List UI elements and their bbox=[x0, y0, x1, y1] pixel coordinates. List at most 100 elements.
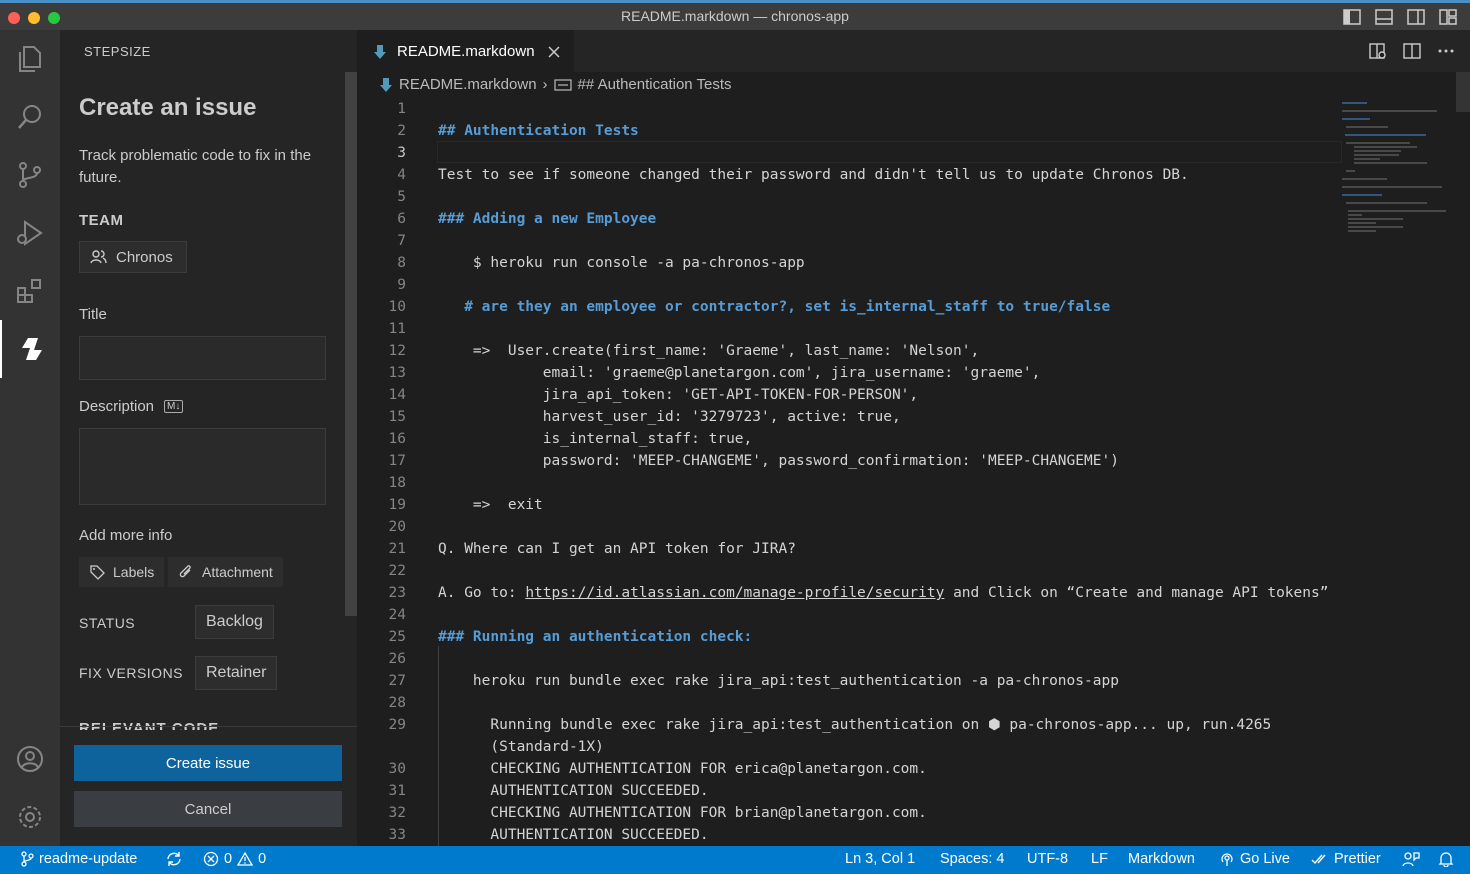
stepsize-activity[interactable] bbox=[0, 320, 60, 378]
line-number: 25 bbox=[388, 629, 406, 645]
cursor-position[interactable]: Ln 3, Col 1 bbox=[845, 851, 915, 867]
code-line[interactable]: 7 bbox=[357, 230, 1342, 252]
code-line[interactable]: 14 jira_api_token: 'GET-API-TOKEN-FOR-PE… bbox=[357, 384, 1342, 406]
close-icon[interactable] bbox=[547, 45, 561, 59]
cancel-button[interactable]: Cancel bbox=[74, 791, 342, 827]
code-line[interactable]: 22 bbox=[357, 560, 1342, 582]
accounts-activity[interactable] bbox=[0, 730, 60, 788]
breadcrumb-symbol[interactable]: ## Authentication Tests bbox=[578, 76, 732, 93]
minimap-line bbox=[1342, 186, 1442, 188]
run-debug-activity[interactable] bbox=[0, 204, 60, 262]
markdown-file-icon bbox=[380, 77, 392, 92]
problems-status[interactable]: 0 0 bbox=[203, 851, 266, 867]
breadcrumb: README.markdown › ## Authentication Test… bbox=[379, 76, 732, 93]
line-content: => User.create(first_name: 'Graeme', las… bbox=[438, 343, 980, 359]
code-line[interactable]: 25 ### Running an authentication check: bbox=[357, 626, 1342, 648]
code-line[interactable]: 20 bbox=[357, 516, 1342, 538]
code-line[interactable]: 24 bbox=[357, 604, 1342, 626]
sync-button[interactable] bbox=[165, 851, 183, 867]
code-line[interactable]: 30 CHECKING AUTHENTICATION FOR erica@pla… bbox=[357, 758, 1342, 780]
code-line[interactable]: 28 bbox=[357, 692, 1342, 714]
code-line[interactable]: 8 $ heroku run console -a pa-chronos-app bbox=[357, 252, 1342, 274]
open-preview-icon[interactable] bbox=[1368, 42, 1388, 60]
manage-activity[interactable] bbox=[0, 788, 60, 846]
breadcrumb-file[interactable]: README.markdown bbox=[399, 76, 537, 93]
code-line[interactable]: 2 ## Authentication Tests bbox=[357, 120, 1342, 142]
code-line[interactable]: 17 password: 'MEEP-CHANGEME', password_c… bbox=[357, 450, 1342, 472]
extensions-activity[interactable] bbox=[0, 262, 60, 320]
line-content: harvest_user_id: '3279723', active: true… bbox=[438, 409, 901, 425]
editor-scrollbar[interactable] bbox=[1456, 72, 1470, 112]
fix-versions-selector[interactable]: Retainer bbox=[195, 656, 278, 690]
toggle-sidebar-icon[interactable] bbox=[1342, 8, 1362, 26]
minimap-line bbox=[1348, 218, 1403, 220]
code-line[interactable]: 18 bbox=[357, 472, 1342, 494]
feedback-button[interactable] bbox=[1402, 851, 1420, 867]
minimap[interactable] bbox=[1342, 98, 1452, 298]
line-number: 20 bbox=[388, 519, 406, 535]
source-control-activity[interactable] bbox=[0, 146, 60, 204]
feedback-person-icon bbox=[1402, 852, 1420, 867]
code-line[interactable]: 31 AUTHENTICATION SUCCEEDED. bbox=[357, 780, 1342, 802]
indentation-status[interactable]: Spaces: 4 bbox=[940, 851, 1005, 867]
stepsize-sidebar: STEPSIZE Create an issue Track problemat… bbox=[60, 30, 357, 846]
toggle-secondary-sidebar-icon[interactable] bbox=[1406, 8, 1426, 26]
code-line[interactable]: 3 bbox=[357, 142, 1342, 164]
tag-icon bbox=[90, 565, 105, 580]
code-line[interactable]: (Standard-1X) bbox=[357, 736, 1342, 758]
title-input[interactable] bbox=[79, 336, 326, 380]
description-textarea[interactable] bbox=[79, 428, 326, 505]
team-value: Chronos bbox=[116, 248, 173, 266]
split-editor-icon[interactable] bbox=[1402, 42, 1422, 60]
go-live-button[interactable]: Go Live bbox=[1219, 851, 1290, 867]
code-line[interactable]: 16 is_internal_staff: true, bbox=[357, 428, 1342, 450]
code-line[interactable]: 26 bbox=[357, 648, 1342, 670]
notifications-button[interactable] bbox=[1438, 851, 1454, 867]
code-line[interactable]: 19 => exit bbox=[357, 494, 1342, 516]
minimap-line bbox=[1348, 226, 1403, 228]
code-line[interactable]: 1 bbox=[357, 98, 1342, 120]
branch-status[interactable]: readme-update bbox=[20, 851, 137, 867]
code-line[interactable]: 5 bbox=[357, 186, 1342, 208]
code-line[interactable]: 12 => User.create(first_name: 'Graeme', … bbox=[357, 340, 1342, 362]
minimap-line bbox=[1342, 110, 1437, 112]
encoding-status[interactable]: UTF-8 bbox=[1027, 851, 1068, 867]
code-line[interactable]: 33 AUTHENTICATION SUCCEEDED. bbox=[357, 824, 1342, 846]
line-number: 12 bbox=[388, 343, 406, 359]
code-line[interactable]: 32 CHECKING AUTHENTICATION FOR brian@pla… bbox=[357, 802, 1342, 824]
code-line[interactable]: 23 A. Go to: https://id.atlassian.com/man… bbox=[357, 582, 1342, 604]
code-line[interactable]: 6 ### Adding a new Employee bbox=[357, 208, 1342, 230]
line-number: 4 bbox=[397, 167, 406, 183]
code-line[interactable]: 27 heroku run bundle exec rake jira_api:… bbox=[357, 670, 1342, 692]
code-line[interactable]: 21 Q. Where can I get an API token for JI… bbox=[357, 538, 1342, 560]
line-content: CHECKING AUTHENTICATION FOR erica@planet… bbox=[438, 761, 927, 777]
explorer-activity[interactable] bbox=[0, 30, 60, 88]
code-line[interactable]: 10 # are they an employee or contractor?… bbox=[357, 296, 1342, 318]
code-line[interactable]: 13 email: 'graeme@planetargon.com', jira… bbox=[357, 362, 1342, 384]
attachment-button[interactable]: Attachment bbox=[168, 557, 283, 587]
toggle-panel-icon[interactable] bbox=[1374, 8, 1394, 26]
eol-status[interactable]: LF bbox=[1091, 851, 1108, 867]
customize-layout-icon[interactable] bbox=[1438, 8, 1458, 26]
code-line[interactable]: 4 Test to see if someone changed their pa… bbox=[357, 164, 1342, 186]
minimap-line bbox=[1348, 230, 1376, 232]
labels-button[interactable]: Labels bbox=[79, 557, 165, 587]
create-issue-button[interactable]: Create issue bbox=[74, 745, 342, 781]
search-activity[interactable] bbox=[0, 88, 60, 146]
code-line[interactable]: 15 harvest_user_id: '3279723', active: t… bbox=[357, 406, 1342, 428]
tab-readme[interactable]: README.markdown bbox=[357, 30, 574, 72]
prettier-status[interactable]: Prettier bbox=[1311, 851, 1381, 867]
language-mode[interactable]: Markdown bbox=[1128, 851, 1195, 867]
bell-icon bbox=[1438, 852, 1454, 867]
code-line[interactable]: 9 bbox=[357, 274, 1342, 296]
team-selector[interactable]: Chronos bbox=[79, 241, 187, 273]
line-content: CHECKING AUTHENTICATION FOR brian@planet… bbox=[438, 805, 927, 821]
url-link[interactable]: https://id.atlassian.com/manage-profile/… bbox=[525, 585, 944, 601]
more-actions-icon[interactable] bbox=[1436, 42, 1456, 60]
code-line[interactable]: 29 Running bundle exec rake jira_api:tes… bbox=[357, 714, 1342, 736]
sidebar-scrollbar[interactable] bbox=[345, 72, 357, 616]
line-text: and Click on “Create and manage API toke… bbox=[944, 585, 1329, 601]
status-selector[interactable]: Backlog bbox=[195, 605, 274, 639]
code-editor[interactable]: 1 2 ## Authentication Tests 3 4 Test to see i… bbox=[357, 98, 1342, 846]
code-line[interactable]: 11 bbox=[357, 318, 1342, 340]
